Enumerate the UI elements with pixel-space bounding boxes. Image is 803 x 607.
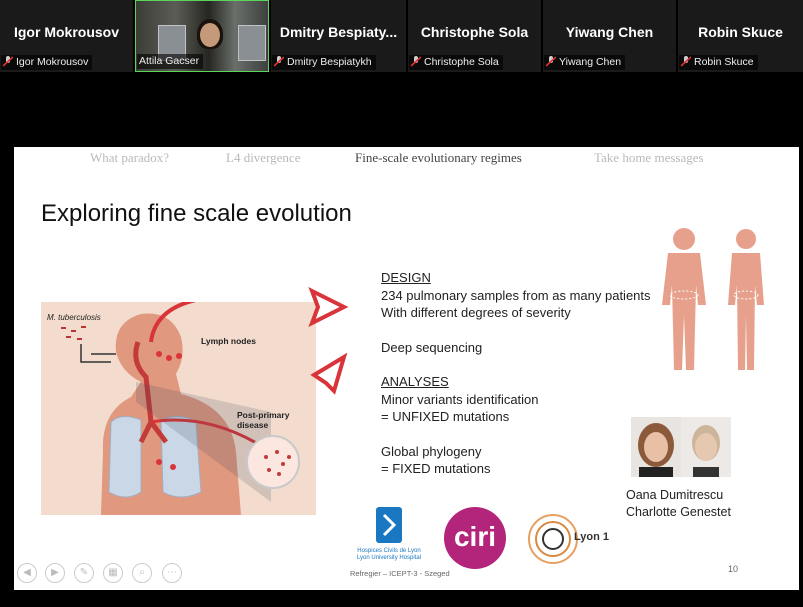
participant-tile[interactable]: Robin Skuce Robin Skuce (678, 0, 803, 72)
participant-tile[interactable]: Christophe Sola Christophe Sola (408, 0, 541, 72)
page-number: 10 (728, 564, 739, 574)
ciri-logo: ciri (444, 507, 506, 569)
participant-tile[interactable]: Igor Mokrousov Igor Mokrousov (0, 0, 133, 72)
design-line: With different degrees of severity (381, 305, 571, 320)
poster-shape (238, 25, 266, 61)
lyon1-logo: Lyon 1 (528, 511, 638, 571)
participant-label: Yiwang Chen (544, 55, 626, 70)
previous-slide-icon[interactable]: ◀ (17, 563, 37, 583)
participant-name: Igor Mokrousov (13, 24, 119, 40)
participant-name: Yiwang Chen (565, 24, 654, 40)
nav-item[interactable]: What paradox? (90, 150, 169, 166)
nav-item[interactable]: L4 divergence (226, 150, 300, 166)
slide-footer: Refregier – ICEPT-3 - Szeged (350, 569, 450, 578)
design-line: 234 pulmonary samples from as many patie… (381, 287, 651, 303)
slide-nav: What paradox? L4 divergence Fine-scale e… (14, 150, 799, 168)
participant-name: Christophe Sola (420, 24, 529, 40)
participant-tile-active-speaker[interactable]: Attila Gacser (135, 0, 269, 72)
shared-slide: What paradox? L4 divergence Fine-scale e… (14, 147, 799, 590)
muted-mic-icon (681, 56, 691, 67)
participant-label: Dmitry Bespiatykh (272, 55, 376, 70)
person-photo (631, 417, 681, 477)
diagram-label: Lymph nodes (201, 336, 256, 346)
analyses-line: = UNFIXED mutations (381, 409, 510, 424)
anatomy-diagram: M. tuberculosis Lymph nodes Post-primary… (41, 302, 316, 515)
participant-label: Christophe Sola (409, 55, 503, 70)
muted-mic-icon (3, 56, 13, 67)
design-heading: DESIGN (381, 270, 431, 285)
pen-icon[interactable]: ✎ (74, 563, 94, 583)
nav-item-current[interactable]: Fine-scale evolutionary regimes (355, 150, 522, 166)
slide-body: DESIGN 234 pulmonary samples from as man… (381, 269, 651, 478)
people-caption: Oana Dumitrescu Charlotte Genestet (626, 488, 731, 519)
phylogeny-line: Global phylogeny (381, 443, 482, 459)
hcl-logo: Hospices Civils de Lyon Lyon University … (344, 507, 434, 562)
nav-item[interactable]: Take home messages (594, 150, 704, 166)
person-photo (681, 417, 731, 477)
human-figures-illustration (662, 228, 764, 370)
slides-icon[interactable]: ▦ (103, 563, 123, 583)
participant-strip: Igor Mokrousov Igor Mokrousov Attila Gac… (0, 0, 803, 73)
next-slide-icon[interactable]: ▶ (45, 563, 65, 583)
slide-title: Exploring fine scale evolution (41, 200, 352, 227)
muted-mic-icon (546, 56, 556, 67)
participant-label: Igor Mokrousov (1, 55, 93, 70)
zoom-icon[interactable]: ⌕ (132, 563, 152, 583)
participant-name: Dmitry Bespiaty... (279, 24, 398, 40)
anatomy-illustration (41, 302, 316, 515)
red-arrow-icon (308, 287, 349, 395)
muted-mic-icon (411, 56, 421, 67)
diagram-label: M. tuberculosis (47, 313, 101, 322)
diagram-label: Post-primary disease (237, 410, 290, 430)
participant-label: Attila Gacser (137, 54, 204, 69)
participant-label: Robin Skuce (679, 55, 758, 70)
deep-sequencing-text: Deep sequencing (381, 339, 483, 355)
muted-mic-icon (274, 56, 284, 67)
participant-name: Robin Skuce (698, 24, 783, 40)
analyses-line: Minor variants identification (381, 391, 539, 407)
video-person-face (200, 23, 220, 47)
more-options-icon[interactable]: ⋯ (162, 563, 182, 583)
analyses-heading: ANALYSES (381, 374, 449, 389)
participant-tile[interactable]: Dmitry Bespiaty... Dmitry Bespiatykh (271, 0, 406, 72)
phylogeny-line: = FIXED mutations (381, 461, 491, 476)
participant-tile[interactable]: Yiwang Chen Yiwang Chen (543, 0, 676, 72)
